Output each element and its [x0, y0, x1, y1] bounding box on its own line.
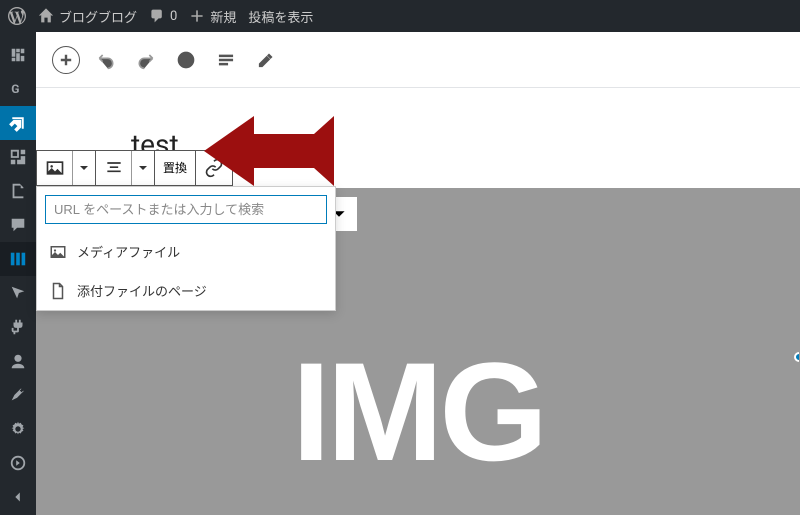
- align-dropdown[interactable]: [132, 151, 154, 185]
- svg-text:G: G: [11, 82, 19, 96]
- redo-button[interactable]: [128, 42, 164, 78]
- link-url-input[interactable]: [45, 195, 327, 224]
- admin-sidebar: G: [0, 32, 36, 515]
- block-type-image-button[interactable]: [37, 151, 73, 185]
- sidebar-item-settings[interactable]: [0, 412, 36, 446]
- info-button[interactable]: [168, 42, 204, 78]
- site-name-label: ブログブログ: [59, 7, 137, 26]
- link-option-label: 添付ファイルのページ: [77, 281, 207, 300]
- sidebar-item-dashboard[interactable]: [0, 38, 36, 72]
- media-icon: [49, 243, 67, 261]
- sidebar-item-separator: [0, 480, 36, 514]
- outline-button[interactable]: [208, 42, 244, 78]
- add-block-button[interactable]: [52, 46, 80, 74]
- edit-mode-button[interactable]: [248, 42, 284, 78]
- wp-logo[interactable]: [8, 7, 26, 25]
- link-button[interactable]: [196, 151, 232, 185]
- sidebar-item-pages[interactable]: [0, 174, 36, 208]
- replace-button[interactable]: 置換: [155, 151, 195, 185]
- view-post-label: 投稿を表示: [248, 7, 313, 26]
- view-post-link[interactable]: 投稿を表示: [248, 7, 313, 26]
- new-link[interactable]: 新規: [189, 7, 236, 26]
- link-option-label: メディアファイル: [77, 242, 180, 261]
- block-type-dropdown[interactable]: [73, 151, 95, 185]
- link-option-media-file[interactable]: メディアファイル: [37, 232, 335, 271]
- resize-handle-right[interactable]: [794, 352, 800, 362]
- new-label: 新規: [210, 7, 236, 26]
- comments-count: 0: [170, 9, 177, 24]
- sidebar-item-posts[interactable]: [0, 106, 36, 140]
- sidebar-item-widgets[interactable]: [0, 242, 36, 276]
- sidebar-item-tools[interactable]: [0, 378, 36, 412]
- sidebar-item-collapse[interactable]: [0, 446, 36, 480]
- sidebar-item-plugins[interactable]: [0, 310, 36, 344]
- admin-bar: ブログブログ 0 新規 投稿を表示: [0, 0, 800, 32]
- comments-link[interactable]: 0: [149, 8, 177, 24]
- link-dropdown: メディアファイル 添付ファイルのページ: [36, 186, 336, 311]
- sidebar-item-g[interactable]: G: [0, 72, 36, 106]
- image-placeholder-text: IMG: [292, 342, 544, 482]
- page-icon: [49, 282, 67, 300]
- editor-area: test IMG 置換: [36, 32, 800, 515]
- editor-toolbar: [36, 32, 800, 88]
- block-toolbar: 置換: [36, 150, 233, 186]
- sidebar-item-comments[interactable]: [0, 208, 36, 242]
- link-option-attachment-page[interactable]: 添付ファイルのページ: [37, 271, 335, 310]
- sidebar-item-users[interactable]: [0, 344, 36, 378]
- sidebar-item-media[interactable]: [0, 140, 36, 174]
- align-button[interactable]: [96, 151, 132, 185]
- site-home[interactable]: ブログブログ: [38, 7, 137, 26]
- sidebar-item-appearance[interactable]: [0, 276, 36, 310]
- link-search-wrap: [37, 187, 335, 232]
- undo-button[interactable]: [88, 42, 124, 78]
- editor-canvas: test IMG 置換: [36, 88, 800, 515]
